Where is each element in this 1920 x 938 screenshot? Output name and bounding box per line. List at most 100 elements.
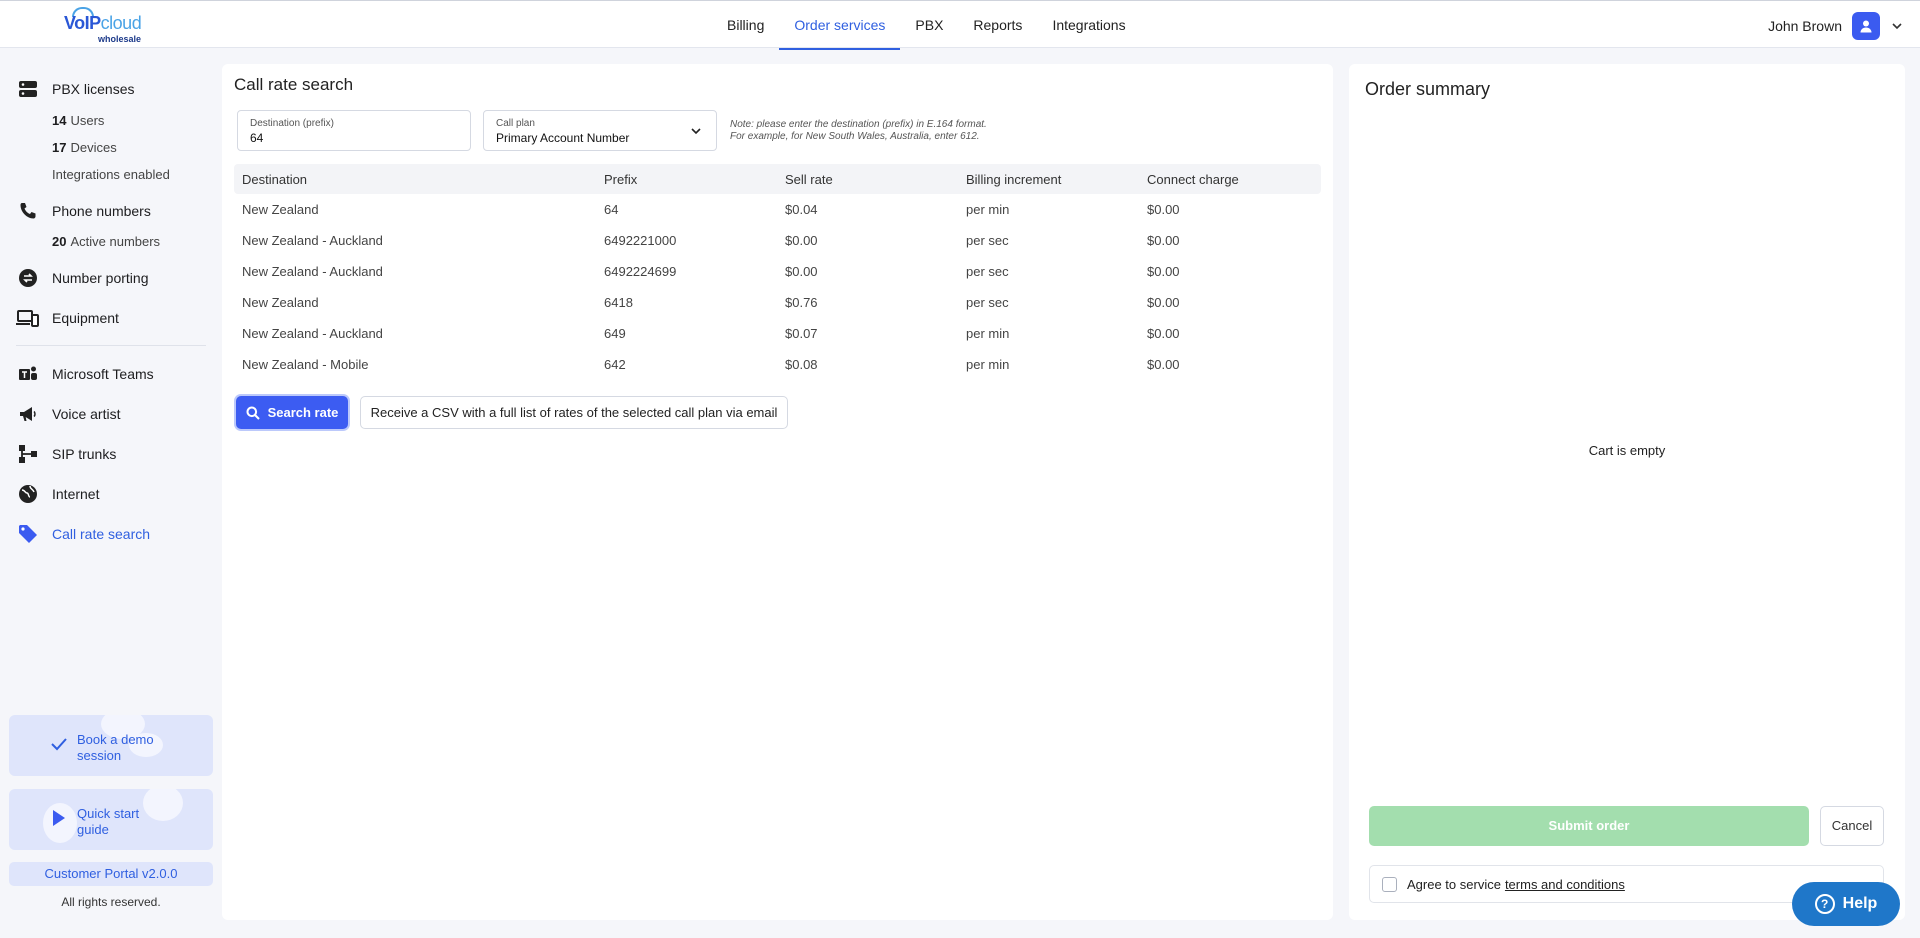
- nav-pbx[interactable]: PBX: [900, 1, 958, 49]
- sidebar-item-pbx-licenses[interactable]: PBX licenses: [16, 77, 134, 101]
- format-note: Note: please enter the destination (pref…: [730, 119, 987, 143]
- sidebar-item-microsoft-teams[interactable]: Microsoft Teams: [16, 362, 154, 386]
- user-avatar-icon[interactable]: [1852, 12, 1880, 40]
- book-demo-card[interactable]: Book a demo session: [9, 715, 213, 776]
- cell-prefix: 6492221000: [604, 233, 677, 248]
- nav-reports[interactable]: Reports: [958, 1, 1037, 49]
- cancel-button[interactable]: Cancel: [1820, 806, 1884, 846]
- submit-order-button[interactable]: Submit order: [1369, 806, 1809, 846]
- sidebar-item-label: Microsoft Teams: [52, 366, 154, 382]
- cell-sell-rate: $0.00: [785, 233, 818, 248]
- cell-connect-charge: $0.00: [1147, 233, 1180, 248]
- sidebar-item-phone-numbers[interactable]: Phone numbers: [16, 199, 151, 223]
- destination-input[interactable]: 64: [250, 131, 263, 145]
- table-row: New Zealand - Auckland 6492224699 $0.00 …: [234, 256, 1321, 287]
- cell-destination: New Zealand - Auckland: [242, 233, 383, 248]
- cell-sell-rate: $0.76: [785, 295, 818, 310]
- devices-count[interactable]: 17 Devices: [52, 140, 117, 155]
- cell-connect-charge: $0.00: [1147, 295, 1180, 310]
- call-plan-select[interactable]: Call plan Primary Account Number: [483, 110, 717, 151]
- checkmark-icon: [51, 738, 67, 751]
- table-row: New Zealand - Auckland 649 $0.07 per min…: [234, 318, 1321, 349]
- active-numbers-value: 20: [52, 234, 67, 249]
- user-menu[interactable]: John Brown: [1768, 12, 1904, 40]
- logo-sub: wholesale: [98, 34, 142, 44]
- sidebar-item-internet[interactable]: Internet: [16, 482, 99, 506]
- cell-connect-charge: $0.00: [1147, 357, 1180, 372]
- cell-prefix: 64: [604, 202, 619, 217]
- sidebar: PBX licenses 14 Users 17 Devices Integrati…: [0, 48, 222, 938]
- terms-checkbox[interactable]: [1382, 876, 1397, 892]
- nav-integrations[interactable]: Integrations: [1037, 1, 1140, 49]
- nav-billing[interactable]: Billing: [712, 1, 779, 49]
- call-plan-value: Primary Account Number: [496, 131, 630, 145]
- users-count-value: 14: [52, 113, 67, 128]
- active-numbers-count[interactable]: 20 Active numbers: [52, 234, 160, 249]
- search-rate-button[interactable]: Search rate: [236, 396, 348, 429]
- sidebar-item-number-porting[interactable]: Number porting: [16, 266, 149, 290]
- sidebar-item-equipment[interactable]: Equipment: [16, 306, 119, 330]
- search-icon: [246, 406, 260, 420]
- devices-count-label: Devices: [70, 140, 117, 155]
- sidebar-item-sip-trunks[interactable]: SIP trunks: [16, 442, 116, 466]
- terms-link[interactable]: terms and conditions: [1505, 877, 1625, 892]
- nav-order-services[interactable]: Order services: [779, 1, 901, 50]
- book-demo-line1: Book a demo: [77, 732, 154, 747]
- quick-start-line1: Quick start: [77, 806, 140, 821]
- destination-field[interactable]: Destination (prefix) 64: [237, 110, 471, 151]
- main-nav: Billing Order services PBX Reports Integ…: [712, 1, 1141, 50]
- logo-text: VoIPcloud: [64, 13, 142, 34]
- chevron-down-icon[interactable]: [1890, 19, 1904, 33]
- cell-destination: New Zealand - Auckland: [242, 264, 383, 279]
- decor-bubble: [143, 789, 183, 821]
- column-header: Billing increment: [966, 171, 1062, 187]
- price-tag-icon: [16, 522, 40, 546]
- cell-connect-charge: $0.00: [1147, 202, 1180, 217]
- sidebar-item-voice-artist[interactable]: Voice artist: [16, 402, 120, 426]
- cell-prefix: 6418: [604, 295, 633, 310]
- sidebar-item-label: Internet: [52, 486, 100, 502]
- portal-version[interactable]: Customer Portal v2.0.0: [9, 862, 213, 886]
- quick-start-line2: guide: [77, 822, 109, 837]
- sidebar-item-label: Phone numbers: [52, 203, 151, 219]
- cell-destination: New Zealand: [242, 202, 319, 217]
- network-icon: [16, 442, 40, 466]
- quick-start-card[interactable]: Quick start guide: [9, 789, 213, 850]
- cell-prefix: 6492224699: [604, 264, 677, 279]
- user-name: John Brown: [1768, 18, 1842, 34]
- porting-icon: [16, 266, 40, 290]
- integrations-enabled[interactable]: Integrations enabled: [52, 167, 170, 182]
- csv-email-button[interactable]: Receive a CSV with a full list of rates …: [360, 396, 788, 429]
- call-rate-search-panel: Call rate search Destination (prefix) 64…: [222, 64, 1333, 920]
- voipcloud-logo[interactable]: VoIPcloud wholesale: [64, 7, 154, 45]
- play-icon: [53, 810, 65, 826]
- logo-cloud: cloud: [100, 13, 142, 33]
- order-summary-panel: Order summary Cart is empty Submit order…: [1349, 64, 1905, 920]
- cell-sell-rate: $0.08: [785, 357, 818, 372]
- sidebar-item-label: Number porting: [52, 270, 149, 286]
- cell-destination: New Zealand - Auckland: [242, 326, 383, 341]
- cell-billing-increment: per sec: [966, 233, 1009, 248]
- logo-main: VoIP: [64, 13, 101, 33]
- column-header: Connect charge: [1147, 171, 1239, 187]
- quick-start-text: Quick start guide: [77, 806, 139, 838]
- help-question-icon: ?: [1814, 894, 1835, 914]
- column-header: Destination: [242, 171, 308, 187]
- cell-billing-increment: per min: [966, 326, 1010, 341]
- format-note-line1: Note: please enter the destination (pref…: [730, 119, 987, 130]
- order-summary-title: Order summary: [1365, 79, 1491, 99]
- help-button[interactable]: ? Help: [1792, 882, 1900, 926]
- globe-icon: [16, 482, 40, 506]
- devices-count-value: 17: [52, 140, 67, 155]
- cell-destination: New Zealand - Mobile: [242, 357, 369, 372]
- users-count[interactable]: 14 Users: [52, 113, 104, 128]
- cell-billing-increment: per sec: [966, 264, 1009, 279]
- cell-sell-rate: $0.04: [785, 202, 818, 217]
- sidebar-item-label: SIP trunks: [52, 446, 117, 462]
- sidebar-item-call-rate-search[interactable]: Call rate search: [16, 522, 150, 546]
- rates-table: Destination Prefix Sell rate Billing inc…: [234, 164, 1321, 380]
- table-row: New Zealand - Mobile 642 $0.08 per min $…: [234, 349, 1321, 380]
- teams-icon: [16, 362, 40, 386]
- destination-label: Destination (prefix): [250, 118, 334, 129]
- cell-sell-rate: $0.07: [785, 326, 818, 341]
